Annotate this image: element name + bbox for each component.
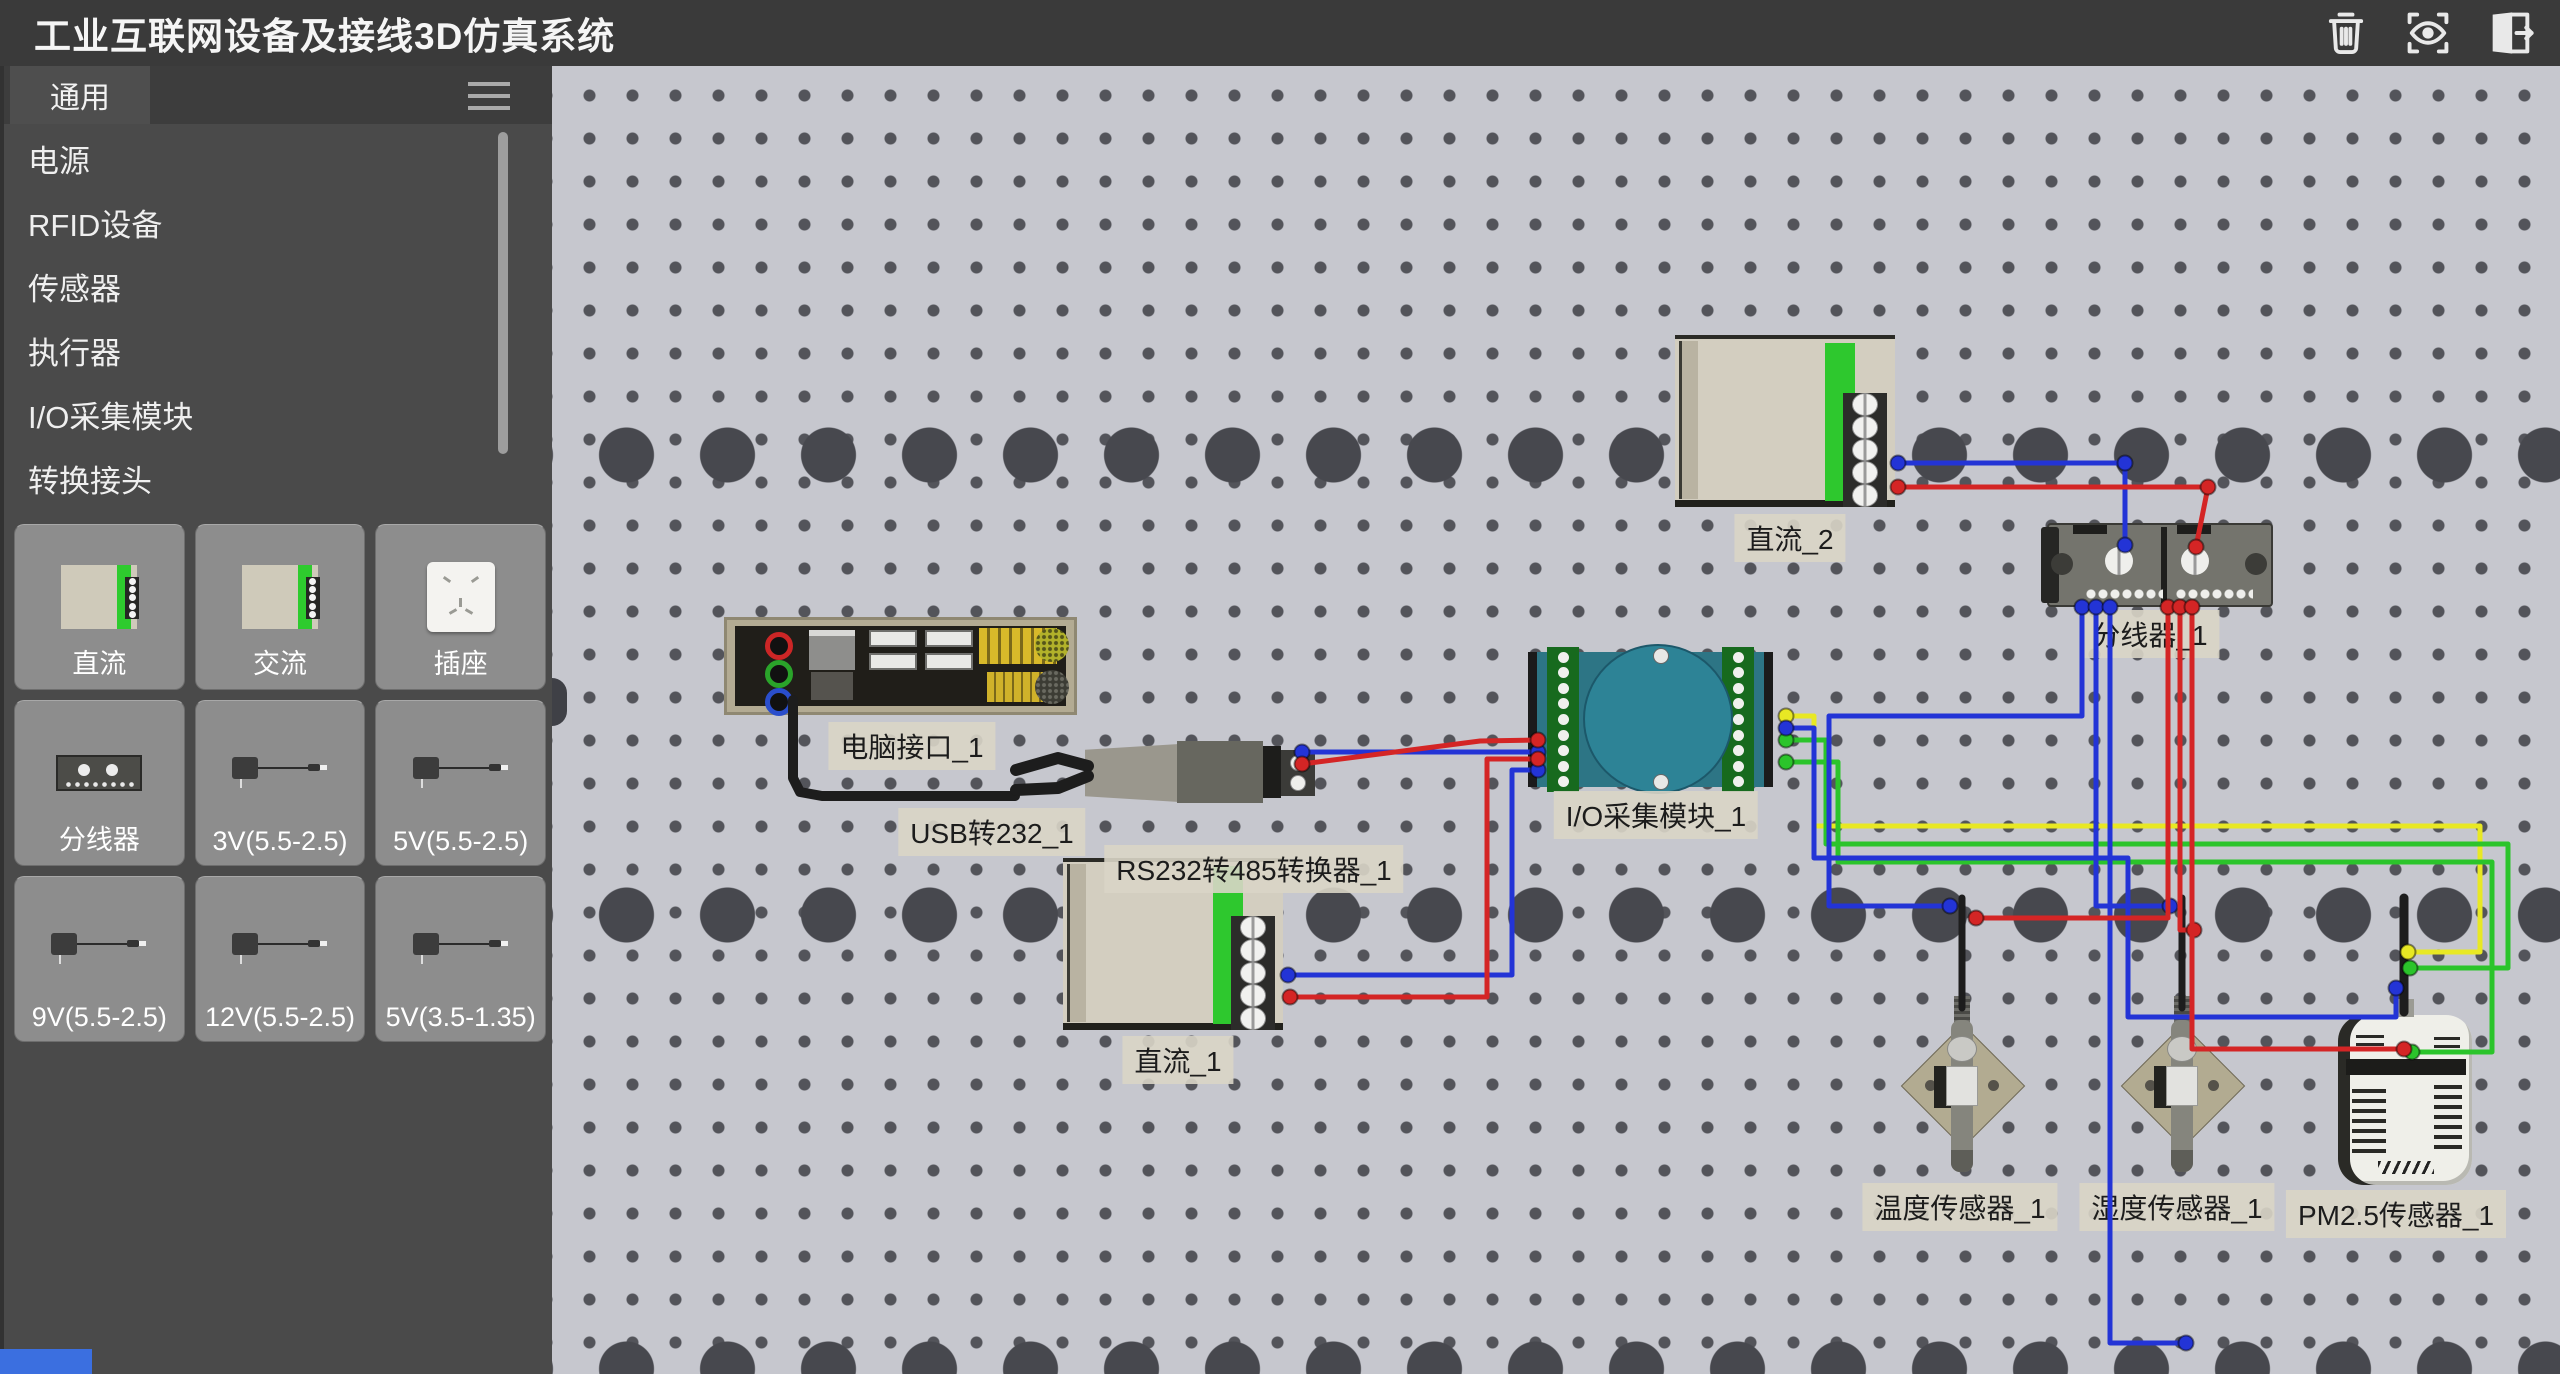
wire-connector	[1891, 480, 1906, 495]
cable	[793, 700, 1015, 796]
card-label: 插座	[434, 642, 488, 681]
tab-general[interactable]: 通用	[10, 66, 150, 124]
wire-connector	[1295, 757, 1310, 772]
dc-thumb	[196, 547, 365, 647]
category-item[interactable]: 转换接头	[4, 450, 552, 514]
view-reset-icon[interactable]	[2400, 5, 2456, 61]
wire-connector	[2103, 600, 2118, 615]
wire-connector	[2403, 961, 2418, 976]
palette-card[interactable]: 5V(5.5-2.5)	[375, 700, 546, 866]
sidebar: 通用 电源RFID设备传感器执行器I/O采集模块转换接头 直流 交流 插座分线器 3V…	[0, 66, 552, 1374]
card-label: 分线器	[59, 818, 140, 857]
wire-connector	[1969, 911, 1984, 926]
app-title: 工业互联网设备及接线3D仿真系统	[34, 6, 615, 60]
wire-connector	[1281, 968, 1296, 983]
palette-card[interactable]: 12V(5.5-2.5)	[195, 876, 366, 1042]
topbar: 工业互联网设备及接线3D仿真系统	[0, 0, 2560, 66]
adap-thumb	[15, 899, 184, 999]
status-strip	[0, 1349, 92, 1374]
card-label: 12V(5.5-2.5)	[205, 1002, 355, 1033]
card-label: 3V(5.5-2.5)	[212, 826, 347, 857]
wire-connector	[2389, 981, 2404, 996]
category-item[interactable]: 传感器	[4, 258, 552, 322]
sidebar-tab-strip: 通用	[4, 66, 552, 124]
category-item[interactable]: I/O采集模块	[4, 386, 552, 450]
delete-icon[interactable]	[2318, 5, 2374, 61]
card-label: 5V(5.5-2.5)	[393, 826, 528, 857]
card-label: 交流	[253, 642, 307, 681]
wire-connector	[2401, 945, 2416, 960]
palette-card[interactable]: 5V(3.5-1.35)	[375, 876, 546, 1042]
split-thumb	[15, 723, 184, 823]
wire-connector	[2201, 480, 2216, 495]
socket-thumb	[376, 547, 545, 647]
wire-connector	[2185, 600, 2200, 615]
wire-connector	[1531, 733, 1546, 748]
cable	[1016, 758, 1088, 770]
wire-connector	[2189, 540, 2204, 555]
card-label: 5V(3.5-1.35)	[386, 1002, 536, 1033]
category-item[interactable]: 执行器	[4, 322, 552, 386]
dc-thumb	[15, 547, 184, 647]
cable	[1016, 776, 1088, 790]
adap-thumb	[196, 723, 365, 823]
workspace-canvas[interactable]: 直流_2分线器_1电脑接口_1USB转232_1RS232转485转换器_1I/…	[552, 66, 2560, 1374]
wire[interactable]	[2110, 607, 2186, 1343]
wire-connector	[2118, 538, 2133, 553]
wire-connector	[2089, 600, 2104, 615]
wire[interactable]	[1288, 770, 1538, 975]
category-list: 电源RFID设备传感器执行器I/O采集模块转换接头	[4, 130, 552, 514]
adap-thumb	[376, 899, 545, 999]
wire-connector	[1779, 721, 1794, 736]
palette-card[interactable]: 9V(5.5-2.5)	[14, 876, 185, 1042]
topbar-icons	[2318, 5, 2538, 61]
wire[interactable]	[1898, 487, 2208, 547]
wire[interactable]	[1786, 728, 2396, 1017]
wire-connector	[2397, 1042, 2412, 1057]
palette-card[interactable]: 分线器	[14, 700, 185, 866]
scrollbar-thumb[interactable]	[498, 132, 508, 454]
wire-connector	[1943, 899, 1958, 914]
wire-connector	[1779, 755, 1794, 770]
device-palette: 直流 交流 插座分线器 3V(5.5-2.5) 5V(5.5-2.5) 9V(5.5-2.…	[14, 524, 546, 1042]
wire[interactable]	[1898, 463, 2125, 545]
wire[interactable]	[1976, 607, 2168, 918]
wire-layer	[552, 66, 2560, 1374]
adap-thumb	[376, 723, 545, 823]
wire-connector	[2179, 1336, 2194, 1351]
card-label: 直流	[72, 642, 126, 681]
wire-connector	[1891, 456, 1906, 471]
palette-card[interactable]: 交流	[195, 524, 366, 690]
wire-connector	[1531, 752, 1546, 767]
category-item[interactable]: RFID设备	[4, 194, 552, 258]
wire-connector	[2118, 456, 2133, 471]
adap-thumb	[196, 899, 365, 999]
panel-collapse-handle[interactable]	[552, 678, 567, 726]
palette-card[interactable]: 插座	[375, 524, 546, 690]
menu-icon[interactable]	[468, 82, 510, 118]
app-window: 工业互联网设备及接线3D仿真系统 通用 电源RFID设备传感器执行器I/O采集模…	[0, 0, 2560, 1374]
exit-icon[interactable]	[2482, 5, 2538, 61]
palette-card[interactable]: 3V(5.5-2.5)	[195, 700, 366, 866]
wire-connector	[2075, 600, 2090, 615]
wire[interactable]	[1290, 759, 1538, 997]
category-item[interactable]: 电源	[4, 130, 552, 194]
card-label: 9V(5.5-2.5)	[32, 1002, 167, 1033]
palette-card[interactable]: 直流	[14, 524, 185, 690]
wire-connector	[1283, 990, 1298, 1005]
